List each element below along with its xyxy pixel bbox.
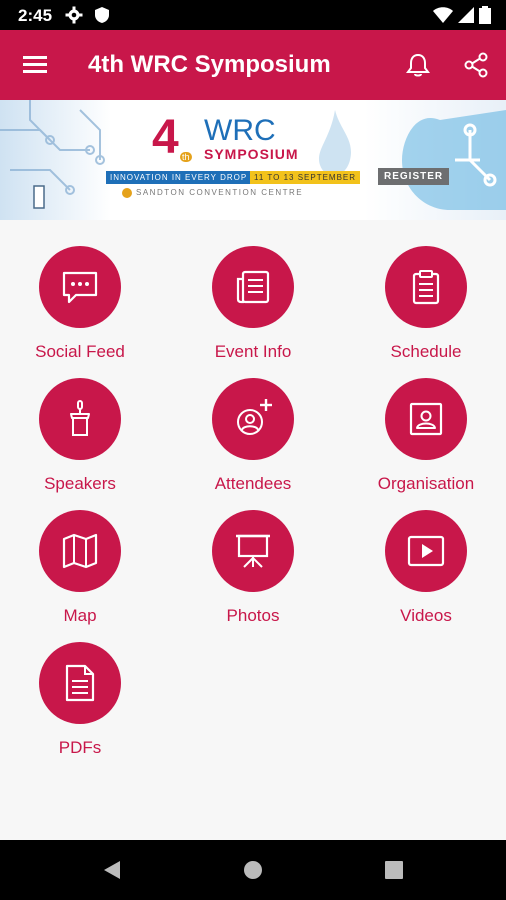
folded-map-icon	[62, 533, 98, 569]
organisation-button[interactable]	[385, 378, 467, 460]
videos-button[interactable]	[385, 510, 467, 592]
attendees-button[interactable]	[212, 378, 294, 460]
banner-logo-number: 4	[152, 111, 179, 164]
photos-tile[interactable]: Photos	[173, 484, 333, 625]
battery-icon	[479, 6, 491, 24]
photos-label: Photos	[226, 606, 280, 625]
attendees-tile[interactable]: Attendees	[173, 352, 333, 493]
signal-icon	[458, 7, 474, 23]
banner-logo-title: WRC	[204, 114, 276, 147]
map-tile[interactable]: Map	[0, 484, 160, 625]
add-person-icon	[237, 399, 272, 435]
app-bar: 4th WRC Symposium	[0, 30, 506, 100]
organisation-tile[interactable]: Organisation	[346, 352, 506, 493]
schedule-button[interactable]	[385, 246, 467, 328]
recents-square-icon[interactable]	[382, 858, 406, 882]
social-feed-tile[interactable]: Social Feed	[0, 220, 160, 361]
page-title: 4th WRC Symposium	[88, 51, 331, 78]
photos-button[interactable]	[212, 510, 294, 592]
status-bar: 2:45	[0, 0, 506, 30]
menu-hamburger-icon[interactable]	[22, 51, 50, 79]
speakers-button[interactable]	[39, 378, 121, 460]
shield-icon	[95, 7, 109, 23]
schedule-tile[interactable]: Schedule	[346, 220, 506, 361]
chat-bubble-icon	[62, 271, 98, 304]
play-video-icon	[407, 535, 445, 567]
notification-bell-icon[interactable]	[404, 51, 432, 79]
videos-tile[interactable]: Videos	[346, 484, 506, 625]
banner-logo-subtitle: SYMPOSIUM	[204, 146, 299, 162]
pdfs-label: PDFs	[58, 738, 102, 757]
back-triangle-icon[interactable]	[100, 858, 124, 882]
social-feed-button[interactable]	[39, 246, 121, 328]
location-pin-icon	[122, 188, 132, 198]
menu-grid: Social Feed Event Info Schedule Speakers…	[0, 220, 506, 840]
status-time: 2:45	[18, 6, 53, 25]
podium-microphone-icon	[70, 400, 90, 436]
projector-screen-icon	[236, 534, 270, 568]
speakers-tile[interactable]: Speakers	[0, 352, 160, 493]
pdfs-tile[interactable]: PDFs	[0, 616, 160, 757]
map-button[interactable]	[39, 510, 121, 592]
document-icon	[65, 664, 95, 702]
system-navigation-bar	[0, 840, 506, 900]
banner-logo-superscript: th	[180, 152, 192, 162]
account-box-icon	[409, 402, 443, 436]
share-icon[interactable]	[462, 51, 490, 79]
videos-label: Videos	[400, 606, 452, 625]
event-info-button[interactable]	[212, 246, 294, 328]
pdfs-button[interactable]	[39, 642, 121, 724]
banner-tagline: INNOVATION IN EVERY DROP	[106, 171, 252, 184]
clipboard-icon	[412, 270, 440, 305]
banner-dates: 11 TO 13 SEPTEMBER	[250, 171, 361, 184]
newspaper-icon	[236, 270, 270, 304]
banner-venue: SANDTON CONVENTION CENTRE	[136, 188, 304, 197]
event-banner[interactable]: 4 th WRC SYMPOSIUM INNOVATION IN EVERY D…	[0, 100, 506, 220]
wifi-icon	[433, 7, 453, 23]
settings-gear-icon	[65, 6, 83, 24]
event-info-tile[interactable]: Event Info	[173, 220, 333, 361]
banner-register-badge[interactable]: REGISTER	[378, 168, 450, 185]
home-circle-icon[interactable]	[241, 858, 265, 882]
